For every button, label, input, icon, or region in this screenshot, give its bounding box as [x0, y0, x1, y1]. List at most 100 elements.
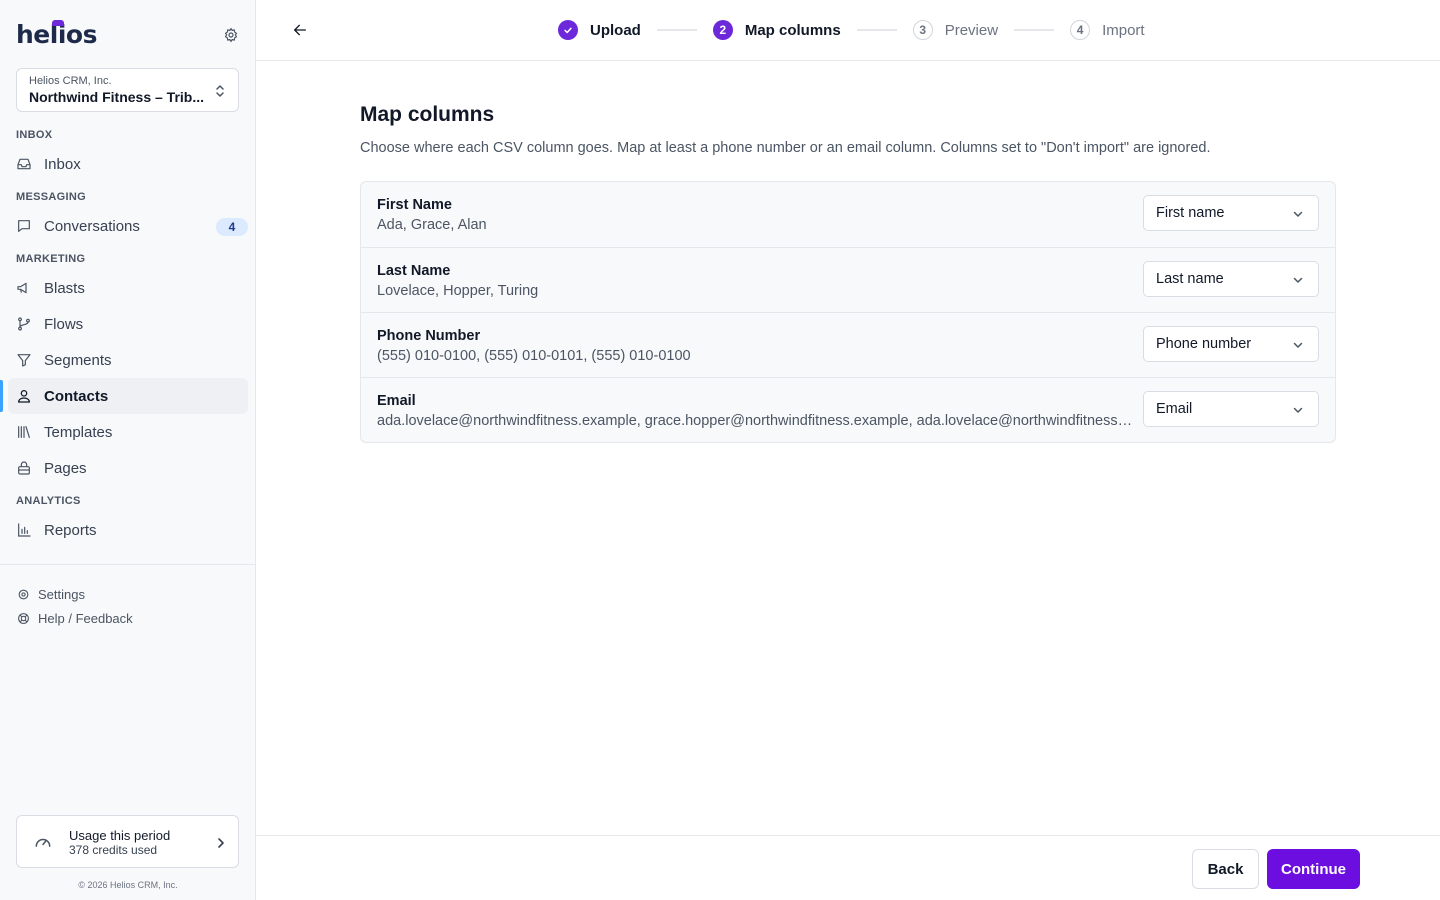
- nav-section-analytics: ANALYTICS: [16, 495, 81, 507]
- sidebar-item-contacts[interactable]: Contacts: [0, 378, 248, 414]
- user-icon: [16, 388, 32, 404]
- step-label: Preview: [944, 21, 999, 39]
- sidebar-item-inbox[interactable]: Inbox: [8, 146, 248, 182]
- organization-switcher[interactable]: Helios CRM, Inc. Northwind Fitness – Tri…: [16, 68, 239, 112]
- step-connector: [656, 29, 697, 31]
- back-button[interactable]: Back: [1192, 849, 1259, 889]
- git-branch-icon: [16, 316, 32, 332]
- step-label: Map columns: [744, 21, 841, 39]
- step-connector: [856, 29, 897, 31]
- sidebar-item-blasts[interactable]: Blasts: [8, 270, 248, 306]
- nav-section-inbox: INBOX: [16, 129, 53, 141]
- step-number: 4: [1070, 20, 1091, 40]
- sidebar-item-label: Reports: [44, 521, 97, 539]
- lock-icon: [16, 460, 32, 476]
- step-preview[interactable]: 3 Preview: [912, 20, 999, 40]
- usage-title: Usage this period: [69, 828, 171, 843]
- usage-credits: 378 credits used: [69, 843, 158, 857]
- page-title: Map columns: [360, 103, 495, 126]
- column-mapping-table: First Name Ada, Grace, Alan First name L…: [360, 181, 1336, 443]
- continue-button[interactable]: Continue: [1267, 849, 1360, 889]
- help-feedback-label: Help / Feedback: [38, 610, 133, 626]
- settings-icon: [16, 587, 30, 601]
- field-mapping-select[interactable]: Email: [1143, 391, 1319, 427]
- field-mapping-select[interactable]: Last name: [1143, 261, 1319, 297]
- org-company: Helios CRM, Inc.: [29, 75, 112, 87]
- sidebar-item-pages[interactable]: Pages: [8, 450, 248, 486]
- sidebar-divider: [0, 564, 256, 565]
- select-value: Email: [1156, 401, 1193, 417]
- mapping-row: Email ada.lovelace@northwindfitness.exam…: [361, 377, 1335, 442]
- sidebar-item-label: Pages: [44, 459, 87, 477]
- chevron-down-icon: [1292, 339, 1304, 355]
- sidebar-item-label: Segments: [44, 351, 112, 369]
- step-upload[interactable]: Upload: [558, 20, 641, 40]
- csv-column-name: First Name: [377, 197, 452, 213]
- help-feedback-link[interactable]: Help / Feedback: [16, 606, 133, 630]
- step-number: 2: [712, 20, 733, 40]
- csv-column-name: Last Name: [377, 263, 451, 279]
- mapping-row: Phone Number (555) 010-0100, (555) 010-0…: [361, 312, 1335, 377]
- csv-column-name: Phone Number: [377, 328, 481, 344]
- sidebar-item-templates[interactable]: Templates: [8, 414, 248, 450]
- csv-column-samples: Lovelace, Hopper, Turing: [377, 283, 539, 299]
- import-header: Upload 2 Map columns 3 Preview 4 Import: [256, 0, 1440, 61]
- sidebar-item-label: Inbox: [44, 155, 81, 173]
- conversations-count-badge: 4: [216, 218, 248, 236]
- select-value: First name: [1156, 205, 1225, 221]
- page-description: Choose where each CSV column goes. Map a…: [360, 140, 1211, 156]
- org-name: Northwind Fitness – Trib...: [29, 89, 205, 105]
- step-number: 3: [912, 20, 933, 40]
- sidebar-footer-links: Settings Help / Feedback: [16, 582, 133, 630]
- megaphone-icon: [16, 280, 32, 296]
- select-value: Last name: [1156, 271, 1224, 287]
- lifebuoy-icon: [16, 611, 30, 625]
- sidebar-item-label: Contacts: [44, 387, 109, 405]
- csv-column-samples: Ada, Grace, Alan: [377, 217, 487, 233]
- gear-icon[interactable]: [221, 25, 241, 45]
- usage-card[interactable]: Usage this period 378 credits used: [16, 815, 239, 868]
- nav-section-messaging: MESSAGING: [16, 191, 86, 203]
- chevron-right-icon: [216, 836, 226, 854]
- filter-icon: [16, 352, 32, 368]
- sidebar-item-flows[interactable]: Flows: [8, 306, 248, 342]
- sidebar: helios Helios CRM, Inc. Northwind Fitnes…: [0, 0, 256, 900]
- wizard-actions: Back Continue: [256, 835, 1440, 900]
- sidebar-item-label: Conversations: [44, 217, 140, 235]
- sidebar-item-reports[interactable]: Reports: [8, 512, 248, 548]
- sidebar-item-label: Flows: [44, 315, 84, 333]
- chevron-down-icon: [1292, 274, 1304, 290]
- sidebar-item-segments[interactable]: Segments: [8, 342, 248, 378]
- step-map-columns[interactable]: 2 Map columns: [712, 20, 841, 40]
- import-stepper: Upload 2 Map columns 3 Preview 4 Import: [558, 19, 1145, 41]
- mapping-row: Last Name Lovelace, Hopper, Turing Last …: [361, 247, 1335, 312]
- select-value: Phone number: [1156, 336, 1252, 352]
- step-import[interactable]: 4 Import: [1070, 20, 1145, 40]
- csv-column-samples: ada.lovelace@northwindfitness.example, g…: [377, 413, 1135, 429]
- map-columns-panel: Map columns Choose where each CSV column…: [360, 100, 1336, 443]
- field-mapping-select[interactable]: Phone number: [1143, 326, 1319, 362]
- chevron-down-icon: [1292, 404, 1304, 420]
- chevron-up-down-icon: [214, 83, 226, 104]
- main-navigation: INBOX Inbox MESSAGING Conversations 4 MA…: [0, 120, 256, 548]
- chevron-down-icon: [1292, 208, 1304, 224]
- check-icon: [558, 20, 578, 40]
- field-mapping-select[interactable]: First name: [1143, 195, 1319, 231]
- gauge-icon: [33, 832, 53, 857]
- arrow-left-icon[interactable]: [290, 20, 310, 40]
- mapping-row: First Name Ada, Grace, Alan First name: [361, 182, 1335, 247]
- settings-link-label: Settings: [38, 586, 85, 602]
- settings-link[interactable]: Settings: [16, 582, 133, 606]
- logo-accent-mark: [52, 20, 64, 26]
- copyright: © 2026 Helios CRM, Inc.: [78, 880, 178, 890]
- bar-chart-icon: [16, 522, 32, 538]
- sidebar-item-conversations[interactable]: Conversations 4: [8, 208, 248, 244]
- brand-logo[interactable]: helios: [16, 18, 97, 50]
- sidebar-item-label: Blasts: [44, 279, 85, 297]
- sidebar-item-label: Templates: [44, 423, 113, 441]
- inbox-icon: [16, 156, 32, 172]
- step-label: Import: [1102, 21, 1145, 39]
- csv-column-samples: (555) 010-0100, (555) 010-0101, (555) 01…: [377, 348, 691, 364]
- step-connector: [1014, 29, 1055, 31]
- csv-column-name: Email: [377, 393, 416, 409]
